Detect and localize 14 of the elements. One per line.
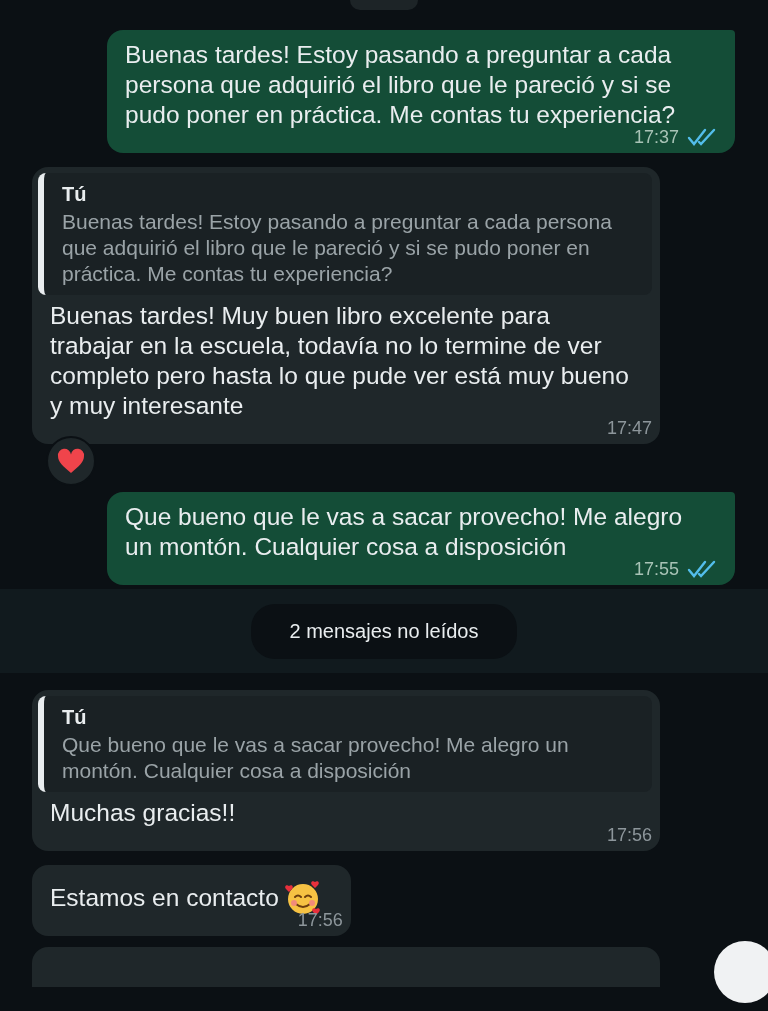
message-time: 17:37 — [633, 127, 679, 149]
quote-author: Tú — [62, 705, 88, 730]
unread-label: 2 mensajes no leídos — [251, 603, 517, 659]
quote-author: Tú — [62, 182, 88, 207]
message-time: 17:56 — [606, 824, 652, 847]
circle-button[interactable] — [714, 941, 768, 1003]
quote-text: Que bueno que le vas a sacar provecho! Me alegro un montón. Cualquier cosa a disposición — [62, 732, 570, 784]
message-time: 17:56 — [297, 909, 343, 932]
message-text: Estamos en contacto — [50, 883, 279, 913]
message-text: Buenas tardes! Estoy pasando a preguntar a cada persona que adquirió el libro que le pareció y si se pudo poner en práctica. Me contas tu experiencia? — [125, 40, 677, 130]
quoted-message[interactable]: Tú Que bueno que le vas a sacar provecho! Me alegro un montón. Cualquier cosa a disposición — [38, 696, 652, 792]
message-text: Muchas gracias!! — [50, 798, 236, 828]
quoted-message[interactable]: Tú Buenas tardes! Estoy pasando a preguntar a cada persona que adquirió el libro que le pareció y si se pudo poner en práctica. Me contas tu experiencia? — [38, 173, 652, 295]
quote-text: Buenas tardes! Estoy pasando a preguntar a cada persona que adquirió el libro que le pareció y si se pudo poner en práctica. Me contas tu experiencia? — [62, 209, 613, 287]
